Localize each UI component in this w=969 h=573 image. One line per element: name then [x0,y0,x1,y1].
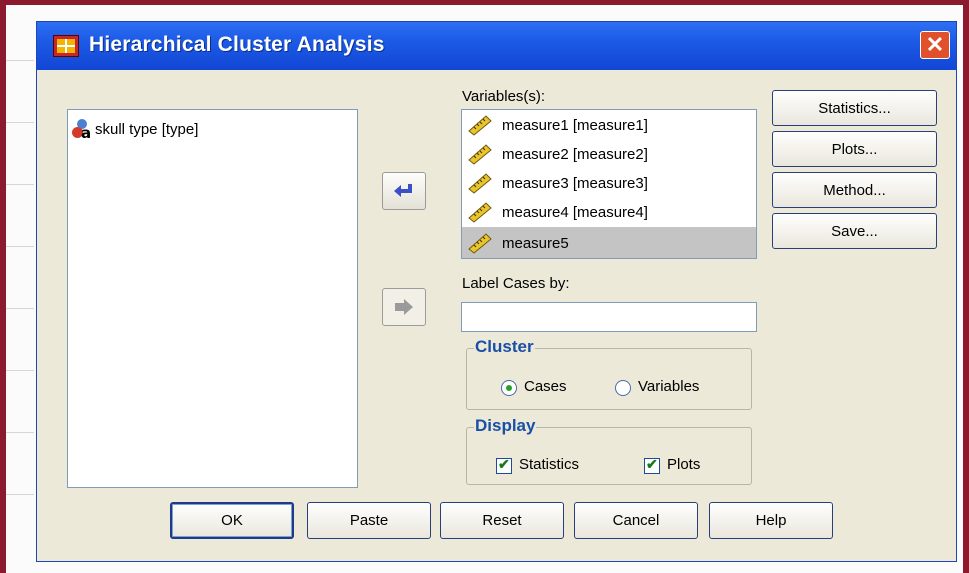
variable-label: measure1 [measure1] [502,116,648,134]
hierarchical-cluster-dialog: Hierarchical Cluster Analysis ✕ a skull … [36,21,957,562]
arrow-right-icon [395,299,413,315]
source-list-item[interactable]: a skull type [type] [72,119,199,142]
source-item-label: skull type [type] [95,120,199,138]
statistics-button[interactable]: Statistics... [772,90,937,126]
variables-list[interactable]: measure1 [measure1] measure2 [measure2] … [461,109,757,259]
spss-dialog-icon [53,35,79,57]
scale-ruler-icon [468,202,492,223]
scale-ruler-icon [468,144,492,165]
plots-checkbox[interactable]: ✔ [644,456,660,474]
frame-left-border [0,0,6,573]
scale-ruler-icon [468,115,492,136]
cluster-group-title: Cluster [474,337,535,357]
variables-radio[interactable] [615,380,631,396]
plots-button[interactable]: Plots... [772,131,937,167]
variable-label: measure4 [measure4] [502,203,648,221]
paste-button[interactable]: Paste [307,502,431,539]
variable-item[interactable]: measure2 [measure2] [462,140,756,168]
ruler-line [6,432,34,433]
label-cases-input[interactable] [461,302,757,332]
checkmark-icon: ✔ [646,456,658,472]
variable-label: measure3 [measure3] [502,174,648,192]
save-button[interactable]: Save... [772,213,937,249]
close-icon: ✕ [925,32,945,57]
close-button[interactable]: ✕ [920,31,950,59]
source-variable-list[interactable]: a skull type [type] [67,109,358,488]
move-to-variables-button[interactable] [382,172,426,210]
title-bar[interactable]: Hierarchical Cluster Analysis ✕ [37,22,956,70]
cancel-button[interactable]: Cancel [574,502,698,539]
reset-button[interactable]: Reset [440,502,564,539]
label-cases-label: Label Cases by: [462,275,570,292]
arrow-left-icon [394,184,412,197]
nominal-variable-icon: a [72,119,92,142]
variables-radio-label[interactable]: Variables [638,378,699,395]
ruler-line [6,308,34,309]
scale-ruler-icon [468,233,492,254]
ok-button[interactable]: OK [170,502,294,539]
help-button[interactable]: Help [709,502,833,539]
variable-item[interactable]: measure1 [measure1] [462,111,756,139]
statistics-checkbox-label[interactable]: Statistics [519,456,579,473]
statistics-checkbox[interactable]: ✔ [496,456,512,474]
frame-top-border [0,0,969,5]
checkmark-icon: ✔ [498,456,510,472]
dialog-title: Hierarchical Cluster Analysis [89,33,385,56]
variable-item-selected[interactable]: measure5 [462,227,756,258]
variable-item[interactable]: measure4 [measure4] [462,198,756,226]
frame-right-border [963,0,969,573]
display-group-title: Display [474,416,537,436]
ruler-line [6,246,34,247]
method-button[interactable]: Method... [772,172,937,208]
ruler-line [6,494,34,495]
variables-label: Variables(s): [462,88,546,105]
scale-ruler-icon [468,173,492,194]
ruler-line [6,184,34,185]
ruler-line [6,370,34,371]
plots-checkbox-label[interactable]: Plots [667,456,700,473]
variable-label: measure5 [502,234,569,252]
variable-label: measure2 [measure2] [502,145,648,163]
cases-radio[interactable] [501,380,517,396]
move-to-label-cases-button[interactable] [382,288,426,326]
cases-radio-label[interactable]: Cases [524,378,567,395]
cluster-group [466,348,752,410]
variable-item[interactable]: measure3 [measure3] [462,169,756,197]
ruler-line [6,60,34,61]
ruler-line [6,122,34,123]
